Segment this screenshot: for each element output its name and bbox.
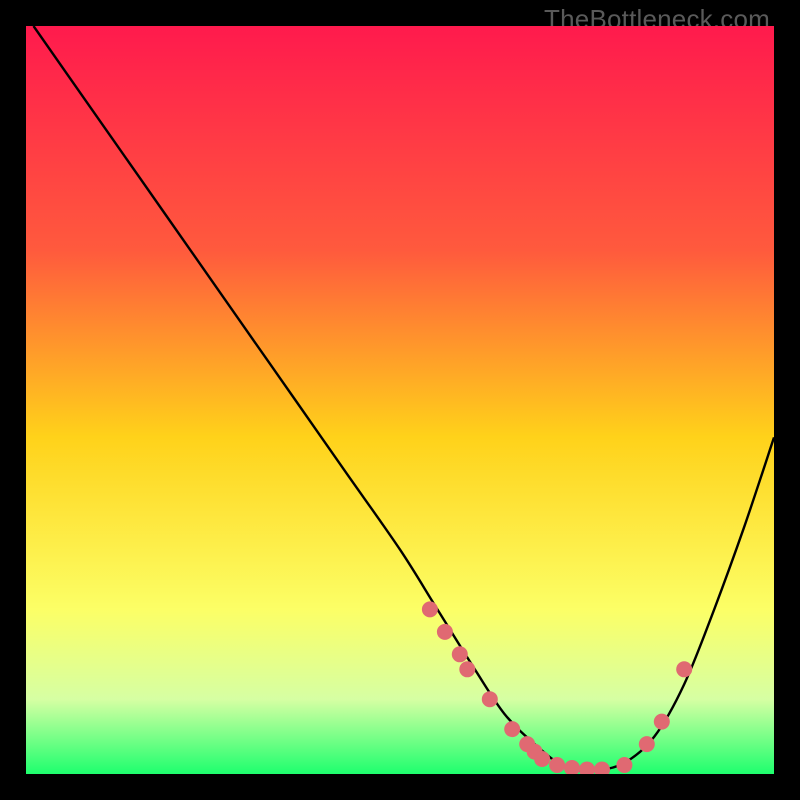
highlight-point xyxy=(534,751,550,767)
highlight-point xyxy=(676,661,692,677)
highlight-point xyxy=(549,757,565,773)
chart-frame: TheBottleneck.com xyxy=(0,0,800,800)
highlight-point xyxy=(639,736,655,752)
highlight-point xyxy=(504,721,520,737)
highlight-point xyxy=(482,691,498,707)
highlight-point xyxy=(654,714,670,730)
gradient-background xyxy=(26,26,774,774)
highlight-point xyxy=(437,624,453,640)
plot-area xyxy=(26,26,774,774)
highlight-point xyxy=(459,661,475,677)
highlight-point xyxy=(422,601,438,617)
chart-svg xyxy=(26,26,774,774)
highlight-point xyxy=(616,757,632,773)
highlight-point xyxy=(452,646,468,662)
